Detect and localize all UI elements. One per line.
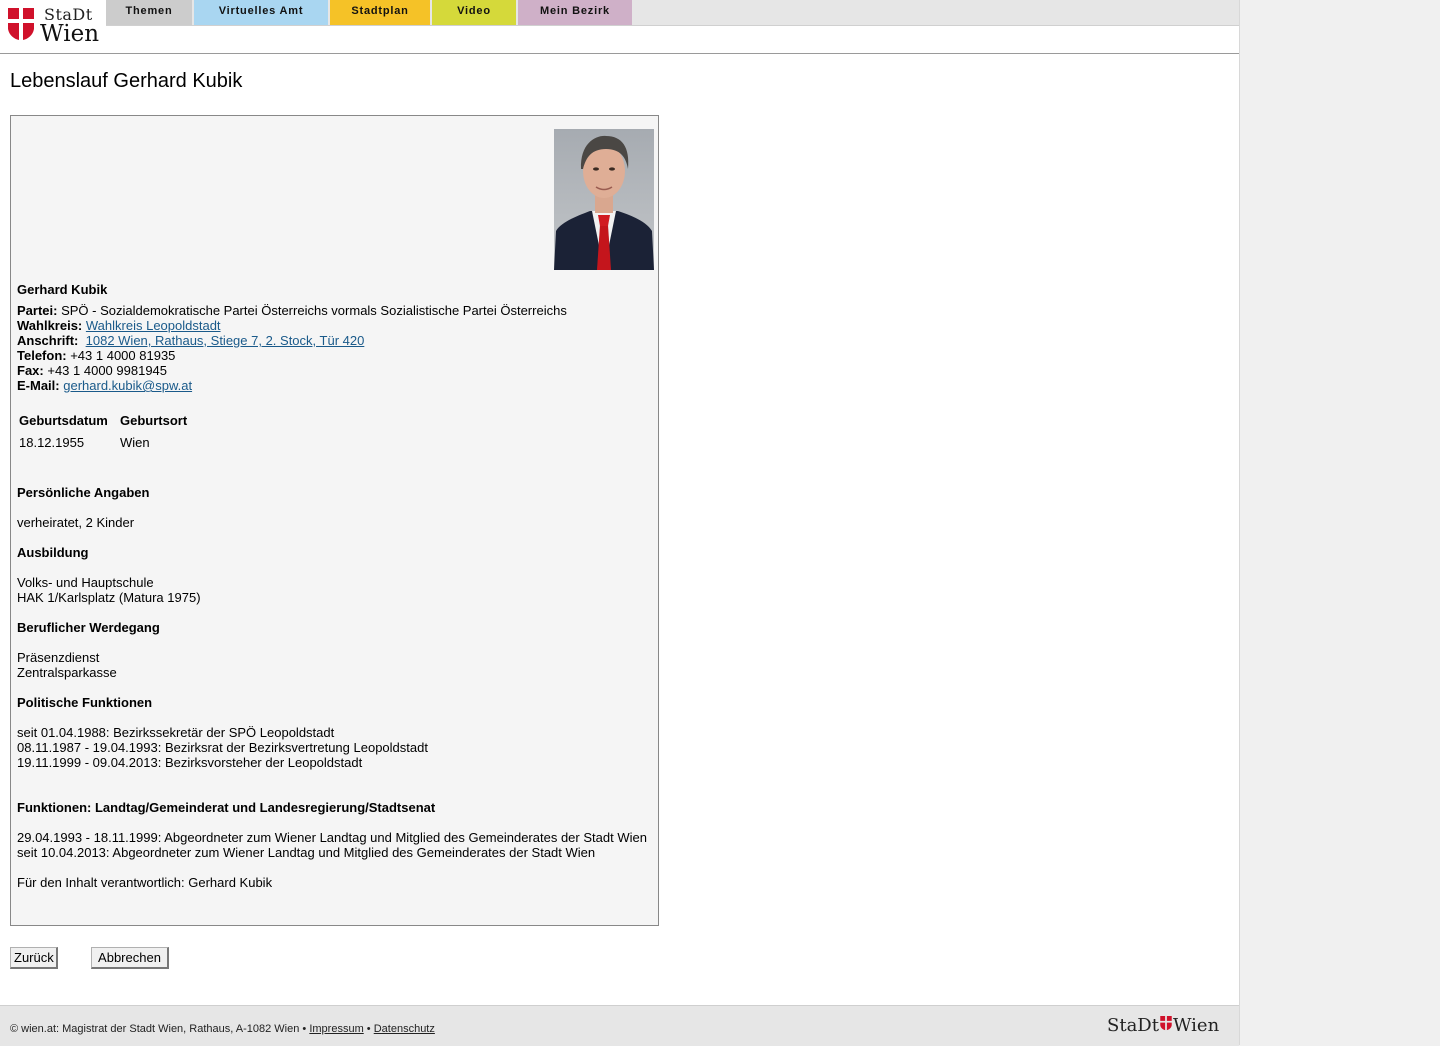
birth-date-header: Geburtsdatum <box>19 413 108 428</box>
section-title-personal: Persönliche Angaben <box>17 485 150 500</box>
footer-logo-stadt: StaDt <box>1107 1015 1159 1036</box>
footer-logo[interactable]: StaDt Wien <box>1107 1015 1219 1036</box>
birth-place-value: Wien <box>120 435 150 450</box>
section-title-functions: Funktionen: Landtag/Gemeinderat und Land… <box>17 800 436 815</box>
section-body-education: Volks- und Hauptschule HAK 1/Karlsplatz … <box>17 575 201 605</box>
section-line: seit 01.04.1988: Bezirkssekretär der SPÖ… <box>17 725 335 740</box>
fax-label: Fax: <box>17 363 44 378</box>
district-label: Wahlkreis: <box>17 318 83 333</box>
email-link[interactable]: gerhard.kubik@spw.at <box>63 378 192 393</box>
section-line: 08.11.1987 - 19.04.1993: Bezirksrat der … <box>17 740 428 755</box>
section-title-political: Politische Funktionen <box>17 695 153 710</box>
section-line: HAK 1/Karlsplatz (Matura 1975) <box>17 590 201 605</box>
nav-tab-stadtplan[interactable]: Stadtplan <box>330 0 430 25</box>
address-label: Anschrift: <box>17 333 79 348</box>
section-body-political: seit 01.04.1988: Bezirkssekretär der SPÖ… <box>17 725 428 770</box>
section-line: verheiratet, 2 Kinder <box>17 515 135 530</box>
email-label: E-Mail: <box>17 378 60 393</box>
page-title: Lebenslauf Gerhard Kubik <box>10 70 243 92</box>
section-line: Zentralsparkasse <box>17 665 117 680</box>
page: StaDt Wien Themen Virtuelles Amt Stadtpl… <box>0 0 1240 1046</box>
party-label: Partei: <box>17 303 58 318</box>
footer-copyright: © wien.at: Magistrat der Stadt Wien, Rat… <box>10 1023 307 1035</box>
nav-tab-video[interactable]: Video <box>432 0 516 25</box>
section-line: 29.04.1993 - 18.11.1999: Abgeordneter zu… <box>17 830 647 845</box>
footer-text: © wien.at: Magistrat der Stadt Wien, Rat… <box>10 1023 435 1035</box>
section-line: Präsenzdienst <box>17 650 100 665</box>
vienna-shield-icon <box>8 8 34 40</box>
responsible-note: Für den Inhalt verantwortlich: Gerhard K… <box>17 875 273 890</box>
section-body-functions: 29.04.1993 - 18.11.1999: Abgeordneter zu… <box>17 830 647 860</box>
profile-card: Gerhard Kubik Partei: SPÖ - Sozialdemokr… <box>10 115 659 926</box>
stadt-wien-logo[interactable]: StaDt Wien <box>6 4 102 47</box>
vienna-shield-icon <box>1160 1016 1172 1031</box>
privacy-link[interactable]: Datenschutz <box>374 1023 435 1035</box>
section-body-career: Präsenzdienst Zentralsparkasse <box>17 650 117 680</box>
birth-place-header: Geburtsort <box>120 413 188 428</box>
phone-label: Telefon: <box>17 348 67 363</box>
portrait-photo <box>554 129 654 270</box>
party-value: SPÖ - Sozialdemokratische Partei Österre… <box>61 303 567 318</box>
section-line: seit 10.04.2013: Abgeordneter zum Wiener… <box>17 845 596 860</box>
district-link[interactable]: Wahlkreis Leopoldstadt <box>86 318 221 333</box>
nav-tab-virtuelles-amt[interactable]: Virtuelles Amt <box>194 0 328 25</box>
fax-value: +43 1 4000 9981945 <box>47 363 168 378</box>
phone-value: +43 1 4000 81935 <box>70 348 176 363</box>
logo-text-wien: Wien <box>40 21 100 47</box>
main-navigation: Themen Virtuelles Amt Stadtplan Video Me… <box>106 0 1239 26</box>
footer-logo-wien: Wien <box>1172 1015 1220 1036</box>
nav-tab-themen[interactable]: Themen <box>106 0 192 25</box>
header: StaDt Wien Themen Virtuelles Amt Stadtpl… <box>0 0 1239 54</box>
profile-name: Gerhard Kubik <box>17 282 108 297</box>
section-title-career: Beruflicher Werdegang <box>17 620 160 635</box>
address-link[interactable]: 1082 Wien, Rathaus, Stiege 7, 2. Stock, … <box>86 333 365 348</box>
footer: © wien.at: Magistrat der Stadt Wien, Rat… <box>0 1005 1239 1046</box>
contact-block: Partei: SPÖ - Sozialdemokratische Partei… <box>17 303 567 393</box>
section-title-education: Ausbildung <box>17 545 89 560</box>
birth-date-value: 18.12.1955 <box>19 435 85 450</box>
section-line: Volks- und Hauptschule <box>17 575 154 590</box>
cancel-button[interactable]: Abbrechen <box>91 947 169 969</box>
section-line: 19.11.1999 - 09.04.2013: Bezirksvorstehe… <box>17 755 363 770</box>
footer-separator: • <box>366 1023 371 1035</box>
section-body-personal: verheiratet, 2 Kinder <box>17 515 134 530</box>
back-button[interactable]: Zurück <box>10 947 58 969</box>
nav-tab-mein-bezirk[interactable]: Mein Bezirk <box>518 0 632 25</box>
imprint-link[interactable]: Impressum <box>309 1023 363 1035</box>
